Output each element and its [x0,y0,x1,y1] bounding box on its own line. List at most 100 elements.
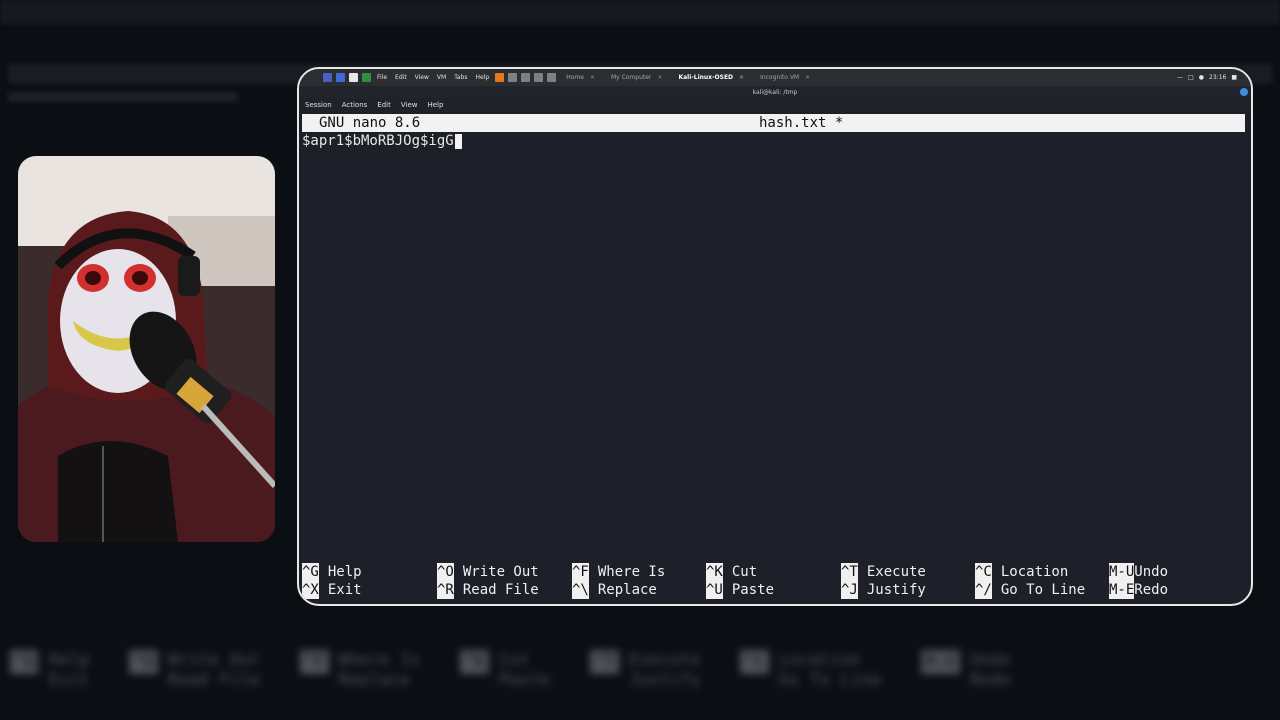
tab-kali-linux-osed[interactable]: Kali-Linux-OSED × [674,71,748,84]
vm-window: File Edit View VM Tabs Help Home × My Com… [297,67,1253,606]
window-icon[interactable] [336,73,345,82]
shortcut-label: Go To Line [1000,582,1086,598]
shortcut-cut[interactable]: ^K Cut [706,563,757,581]
text-cursor [454,133,462,149]
shortcut-key: ^T [841,563,858,581]
tab-label: My Computer [610,74,652,81]
shortcut-help[interactable]: ^G Help [302,563,362,581]
webcam-overlay [18,156,275,542]
shortcut-undo[interactable]: M-U Undo [1109,563,1168,581]
shortcut-key: ^R [437,581,454,599]
shortcut-label: Redo [1134,582,1169,598]
shortcut-key: M-U [1109,563,1135,581]
shortcut-label: Undo [1134,564,1169,580]
menu-edit[interactable]: Edit [377,101,391,109]
vm-toolbar: File Edit View VM Tabs Help Home × My Com… [299,69,1251,86]
shortcut-key: ^K [706,563,723,581]
nano-filename: hash.txt * [759,115,844,131]
shortcut-key: ^\ [572,581,589,599]
menu-tabs[interactable]: Tabs [454,74,467,81]
shortcut-label: Write Out [462,564,539,580]
tab-label: Kali-Linux-OSED [678,74,734,81]
background-taskbar [0,0,1280,24]
shortcut-label: Exit [327,582,362,598]
shortcut-key: ^C [975,563,992,581]
settings-icon[interactable] [521,73,531,82]
shortcut-where-is[interactable]: ^F Where Is [572,563,665,581]
shortcut-label: Replace [597,582,657,598]
shortcut-key: ^J [841,581,858,599]
shortcut-paste[interactable]: ^U Paste [706,581,774,599]
close-icon[interactable]: × [739,74,744,81]
shortcut-label: Execute [866,564,926,580]
vm-icon[interactable] [362,73,371,82]
file-icon[interactable] [349,73,358,82]
shortcut-key: M-E [1109,581,1135,599]
shortcut-justify[interactable]: ^J Justify [841,581,926,599]
shortcut-key: ^X [302,581,319,599]
shortcut-row-2: ^X Exit ^R Read File ^\ Replace ^U Paste ^J J… [302,581,1245,599]
tab-label: Incognito VM [760,74,800,81]
editor-text-line[interactable]: $apr1$bMoRBJOg$igG [302,132,1245,150]
lock-icon[interactable]: ■ [1231,74,1237,81]
shortcut-replace[interactable]: ^\ Replace [572,581,657,599]
close-icon[interactable] [1240,88,1248,96]
shortcut-label: Location [1000,564,1069,580]
shortcut-location[interactable]: ^C Location [975,563,1068,581]
shortcut-label: Read File [462,582,539,598]
menu-actions[interactable]: Actions [342,101,368,109]
app-menu-icon[interactable] [323,73,332,82]
tab-incognito-vm[interactable]: Incognito VM × [756,71,814,84]
shortcut-label: Cut [731,564,758,580]
clock: 23:16 [1209,74,1227,81]
system-tray: — □ ● 23:16 ■ [1177,74,1251,81]
console-icon[interactable] [547,73,557,82]
tab-home[interactable]: Home × [562,71,599,84]
shortcut-label: Help [327,564,362,580]
shortcut-key: ^/ [975,581,992,599]
snapshot-icon[interactable] [508,73,518,82]
maximize-icon[interactable]: □ [1188,74,1194,81]
terminal-titlebar: kali@kali: /tmp [299,86,1251,98]
menu-vm[interactable]: VM [437,74,446,81]
power-icon[interactable]: ● [1199,74,1204,81]
shortcut-key: ^U [706,581,723,599]
shortcut-label: Justify [866,582,926,598]
shortcut-key: ^O [437,563,454,581]
shortcut-redo[interactable]: M-E Redo [1109,581,1168,599]
close-icon[interactable]: × [805,74,810,81]
shortcut-go-to-line[interactable]: ^/ Go To Line [975,581,1085,599]
tab-label: Home [566,74,584,81]
shortcut-execute[interactable]: ^T Execute [841,563,926,581]
minimize-icon[interactable]: — [1177,74,1183,81]
background-shortcuts-blur: ^G Help Exit ^O Write Out Read File ^F Where … [0,650,1280,720]
shortcut-label: Where Is [597,564,666,580]
pause-icon[interactable] [495,73,505,82]
nano-version: GNU nano 8.6 [319,115,421,131]
webcam-figure [18,156,275,542]
menu-help[interactable]: Help [427,101,443,109]
shortcut-row-1: ^G Help ^O Write Out ^F Where Is ^K Cut ^T Ex… [302,563,1245,581]
menu-help[interactable]: Help [476,74,490,81]
shortcut-label: Paste [731,582,775,598]
close-icon[interactable]: × [657,74,662,81]
nano-header: GNU nano 8.6 hash.txt * [302,114,1245,132]
terminal-title: kali@kali: /tmp [752,88,798,96]
tab-my-computer[interactable]: My Computer × [607,71,667,84]
shortcut-read-file[interactable]: ^R Read File [437,581,539,599]
fullscreen-icon[interactable] [534,73,544,82]
menu-session[interactable]: Session [305,101,332,109]
nano-shortcuts: ^G Help ^O Write Out ^F Where Is ^K Cut ^T Ex… [302,563,1245,599]
menu-view[interactable]: View [401,101,418,109]
shortcut-exit[interactable]: ^X Exit [302,581,362,599]
close-icon[interactable]: × [590,74,595,81]
shortcut-key: ^G [302,563,319,581]
nano-editor[interactable]: GNU nano 8.6 hash.txt * $apr1$bMoRBJOg$i… [302,114,1245,150]
editor-content: $apr1$bMoRBJOg$igG [302,133,454,149]
menu-edit[interactable]: Edit [395,74,407,81]
shortcut-write-out[interactable]: ^O Write Out [437,563,539,581]
background-text-line [8,92,238,102]
menu-file[interactable]: File [377,74,387,81]
terminal-menubar: Session Actions Edit View Help [299,98,1251,112]
menu-view[interactable]: View [415,74,429,81]
